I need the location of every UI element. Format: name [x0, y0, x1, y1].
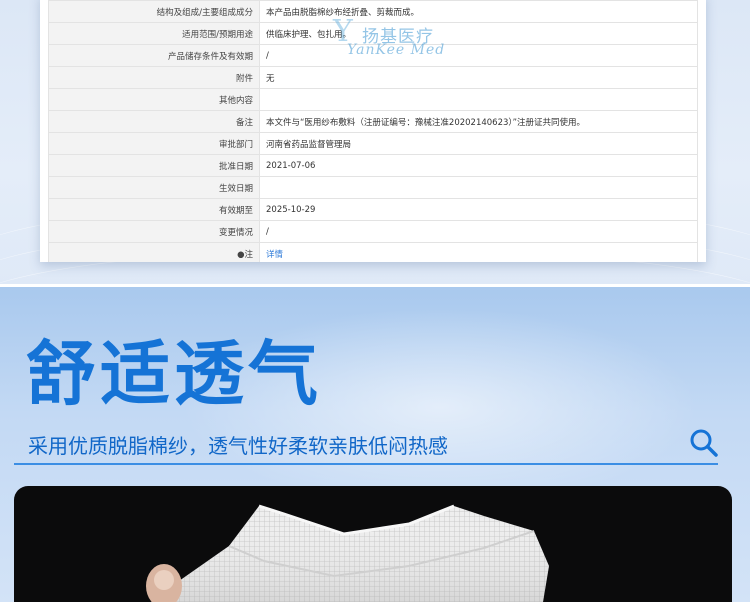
table-row: 变更情况 / — [48, 220, 698, 243]
row-key: 审批部门 — [48, 132, 260, 155]
gauze-image — [146, 504, 549, 602]
row-key: ●注 — [48, 242, 260, 262]
table-row: 生效日期 — [48, 176, 698, 199]
row-key: 生效日期 — [48, 176, 260, 199]
row-value — [259, 88, 698, 111]
feature-section: 舒适透气 采用优质脱脂棉纱，透气性好柔软亲肤低闷热感 — [0, 287, 750, 602]
row-key: 有效期至 — [48, 198, 260, 221]
row-value — [259, 176, 698, 199]
table-row: 有效期至 2025-10-29 — [48, 198, 698, 221]
table-row: 备注 本文件与“医用纱布敷料（注册证编号：豫械注准20202140623）”注册… — [48, 110, 698, 133]
registration-card: 结构及组成/主要组成成分 本产品由脱脂棉纱布经折叠、剪裁而成。 适用范围/预期用… — [40, 0, 706, 262]
registration-table: 结构及组成/主要组成成分 本产品由脱脂棉纱布经折叠、剪裁而成。 适用范围/预期用… — [48, 0, 698, 262]
row-value: 河南省药品监督管理局 — [259, 132, 698, 155]
table-row: 适用范围/预期用途 供临床护理、包扎用。 — [48, 22, 698, 45]
row-key: 附件 — [48, 66, 260, 89]
row-value: 2025-10-29 — [259, 198, 698, 221]
registration-section: 结构及组成/主要组成成分 本产品由脱脂棉纱布经折叠、剪裁而成。 适用范围/预期用… — [0, 0, 750, 287]
table-row: 附件 无 — [48, 66, 698, 89]
row-value: 本产品由脱脂棉纱布经折叠、剪裁而成。 — [259, 0, 698, 23]
subline-underline — [14, 463, 718, 465]
table-row: ●注 详情 — [48, 242, 698, 262]
table-row: 其他内容 — [48, 88, 698, 111]
row-key: 结构及组成/主要组成成分 — [48, 0, 260, 23]
row-value: 本文件与“医用纱布敷料（注册证编号：豫械注准20202140623）”注册证共同… — [259, 110, 698, 133]
feature-headline: 舒适透气 — [26, 333, 322, 415]
search-icon[interactable] — [688, 427, 720, 459]
feature-subline: 采用优质脱脂棉纱，透气性好柔软亲肤低闷热感 — [28, 434, 448, 458]
details-link[interactable]: 详情 — [266, 250, 283, 260]
table-row: 批准日期 2021-07-06 — [48, 154, 698, 177]
row-value: 2021-07-06 — [259, 154, 698, 177]
row-value: / — [259, 44, 698, 67]
row-value: 供临床护理、包扎用。 — [259, 22, 698, 45]
table-row: 审批部门 河南省药品监督管理局 — [48, 132, 698, 155]
row-key: 适用范围/预期用途 — [48, 22, 260, 45]
row-key: 其他内容 — [48, 88, 260, 111]
row-key: 产品储存条件及有效期 — [48, 44, 260, 67]
row-key: 变更情况 — [48, 220, 260, 243]
gauze-photo — [14, 486, 732, 602]
row-key: 备注 — [48, 110, 260, 133]
table-row: 产品储存条件及有效期 / — [48, 44, 698, 67]
table-row: 结构及组成/主要组成成分 本产品由脱脂棉纱布经折叠、剪裁而成。 — [48, 0, 698, 23]
row-key: 批准日期 — [48, 154, 260, 177]
row-value: 无 — [259, 66, 698, 89]
row-value: / — [259, 220, 698, 243]
